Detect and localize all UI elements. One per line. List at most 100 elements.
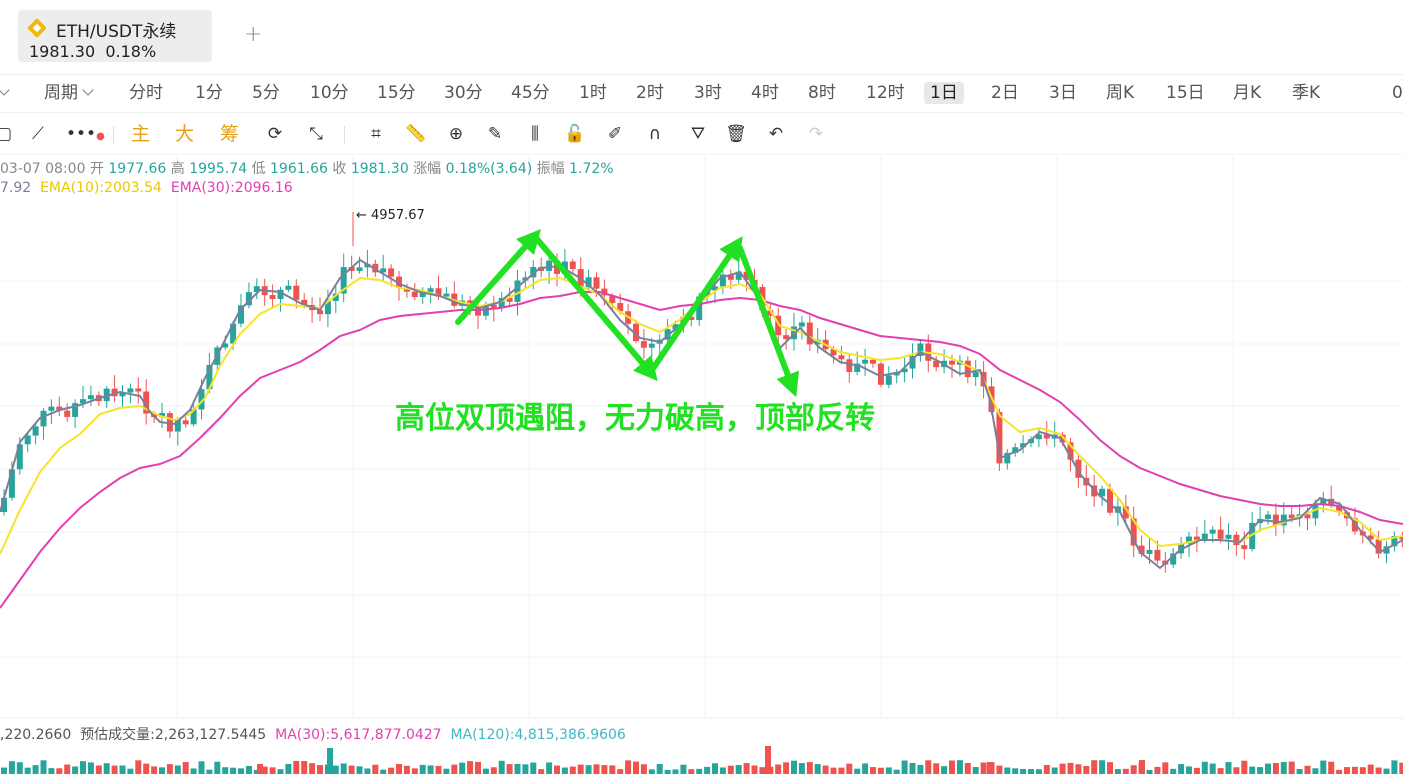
- volume-bar: [364, 768, 371, 774]
- volume-bar: [1035, 769, 1042, 774]
- volume-bar: [277, 769, 284, 774]
- volume-bar: [451, 764, 458, 774]
- volume-bar: [625, 760, 632, 774]
- volume-bar: [80, 761, 86, 774]
- candle-body: [1265, 514, 1271, 519]
- candle-body: [1107, 488, 1113, 513]
- candle-body: [1233, 534, 1240, 546]
- volume-bar: [735, 765, 742, 774]
- volume-bar: [1051, 767, 1058, 774]
- volume-bar: [490, 767, 497, 774]
- ema-legend: 7.92 EMA(10):2003.54 EMA(30):2096.16: [0, 180, 293, 196]
- volume-bar: [32, 765, 39, 774]
- volume-bar: [222, 767, 229, 774]
- volume-bar: [956, 760, 963, 774]
- candle-body: [182, 420, 189, 425]
- volume-bar: [245, 765, 252, 774]
- amplitude-label: 振幅: [536, 161, 565, 177]
- open-value: 1977.66: [108, 161, 167, 177]
- volume-bar: [854, 768, 861, 774]
- volume-bar: [546, 762, 553, 774]
- candle-body: [127, 388, 134, 393]
- volume-bar: [1399, 762, 1403, 774]
- volume-bar: [182, 762, 189, 774]
- volume-bar: [1288, 761, 1295, 774]
- volume-bar: [482, 768, 489, 774]
- volume-bar: [56, 768, 63, 774]
- volume-bar: [987, 762, 993, 774]
- volume-bar: [1217, 768, 1224, 774]
- volume-bar: [609, 765, 616, 774]
- volume-bar: [1122, 768, 1129, 774]
- candle-body: [1201, 533, 1208, 540]
- volume-bar: [506, 764, 513, 774]
- volume-bar: [1114, 769, 1121, 774]
- candle-body: [411, 291, 418, 298]
- volume-bar: [1375, 767, 1382, 774]
- volume-bar: [1099, 760, 1106, 774]
- volume-bar: [1249, 766, 1256, 774]
- annotation-arrow: [533, 235, 658, 382]
- candle-body: [593, 277, 600, 289]
- candle-body: [87, 395, 94, 400]
- volume-bar: [1028, 769, 1034, 774]
- candle-body: [1146, 549, 1153, 554]
- volume-bar: [1209, 763, 1216, 774]
- amplitude-value: 1.72%: [569, 161, 614, 177]
- volume-value: ,220.2660: [0, 727, 72, 743]
- candle-body: [648, 343, 655, 348]
- volume-bar: [411, 768, 418, 774]
- candle-body: [1154, 549, 1161, 561]
- volume-bar: [40, 760, 47, 774]
- candle-body: [356, 267, 363, 272]
- volume-bar: [1020, 768, 1027, 774]
- volume-bar: [806, 762, 813, 774]
- volume-bar: [743, 763, 750, 774]
- volume-bar: [103, 763, 110, 774]
- volume-bar: [672, 769, 679, 774]
- volume-bar: [143, 763, 150, 774]
- volume-bar: [1320, 760, 1327, 774]
- volume-bar: [1107, 762, 1113, 774]
- volume-bar: [980, 762, 987, 774]
- volume-bar: [459, 762, 466, 774]
- volume-bar: [751, 765, 758, 774]
- volume-bar: [1012, 768, 1019, 774]
- candle-body: [546, 260, 553, 271]
- volume-bar: [285, 763, 292, 774]
- volume-bar: [87, 762, 94, 774]
- volume-bar: [1067, 762, 1074, 774]
- volume-bar: [16, 762, 23, 774]
- high-label: 高: [170, 161, 185, 177]
- volume-bar: [301, 761, 308, 774]
- volume-bar: [964, 762, 971, 774]
- candle-body: [443, 293, 450, 297]
- candle-body: [1225, 534, 1232, 539]
- volume-bar: [814, 764, 821, 774]
- volume-bar: [530, 762, 537, 774]
- volume-bar: [1225, 762, 1232, 774]
- candlestick-chart[interactable]: ← 4957.67 高位双顶遇阻，无力破高，顶部反转: [0, 0, 1403, 774]
- candle-body: [269, 295, 276, 300]
- volume-bar: [514, 763, 521, 774]
- volume-bar: [941, 766, 948, 774]
- volume-bar: [917, 764, 924, 774]
- volume-bar: [696, 768, 703, 774]
- candle-body: [135, 388, 142, 392]
- volume-bar: [1336, 769, 1343, 774]
- candle-body: [972, 371, 979, 378]
- volume-bar: [238, 768, 244, 774]
- volume-bar: [198, 761, 205, 774]
- candle-body: [40, 410, 47, 427]
- high-value: 1995.74: [189, 161, 248, 177]
- candle-body: [48, 406, 55, 411]
- volume-ma30: MA(30):5,617,877.0427: [275, 727, 442, 743]
- volume-bar: [1, 767, 7, 774]
- volume-bar: [1328, 761, 1335, 774]
- candle-body: [964, 360, 971, 378]
- volume-bar: [1059, 763, 1066, 774]
- candle-body: [640, 341, 647, 348]
- volume-bar: [1233, 767, 1240, 774]
- annotation-text: 高位双顶遇阻，无力破高，顶部反转: [395, 401, 875, 436]
- volume-bar: [340, 763, 347, 774]
